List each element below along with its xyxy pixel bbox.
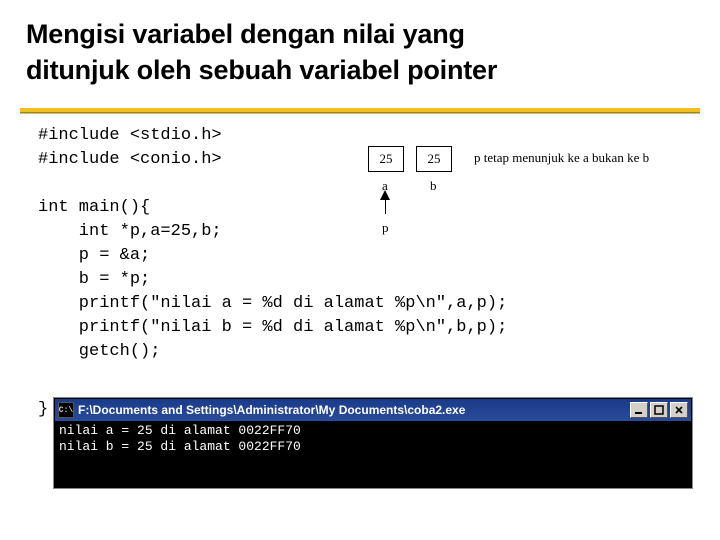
console-window: C:\ F:\Documents and Settings\Administra… xyxy=(54,398,692,488)
title-line-2: ditunjuk oleh sebuah variabel pointer xyxy=(26,55,497,85)
maximize-button[interactable] xyxy=(650,402,668,418)
console-title-text: F:\Documents and Settings\Administrator\… xyxy=(78,403,630,417)
minimize-button[interactable] xyxy=(630,402,648,418)
code-closing-brace: } xyxy=(38,400,48,419)
close-button[interactable] xyxy=(670,402,688,418)
maximize-icon xyxy=(654,405,664,415)
box-a: 25 xyxy=(368,146,404,172)
diagram-note: p tetap menunjuk ke a bukan ke b xyxy=(474,150,649,166)
cmd-icon: C:\ xyxy=(58,402,74,418)
label-b: b xyxy=(430,178,437,194)
box-b: 25 xyxy=(416,146,452,172)
console-output: nilai a = 25 di alamat 0022FF70 nilai b … xyxy=(55,421,691,487)
title-underline xyxy=(20,108,700,114)
pointer-diagram: 25 25 a b p tetap menunjuk ke a bukan ke… xyxy=(368,146,698,232)
minimize-icon xyxy=(634,405,644,415)
close-icon xyxy=(674,405,684,415)
slide-title: Mengisi variabel dengan nilai yang ditun… xyxy=(26,16,666,89)
window-controls xyxy=(630,402,688,418)
label-p: p xyxy=(382,220,389,236)
console-titlebar: C:\ F:\Documents and Settings\Administra… xyxy=(55,399,691,421)
title-line-1: Mengisi variabel dengan nilai yang xyxy=(26,19,465,49)
arrow-up-icon xyxy=(380,190,390,200)
